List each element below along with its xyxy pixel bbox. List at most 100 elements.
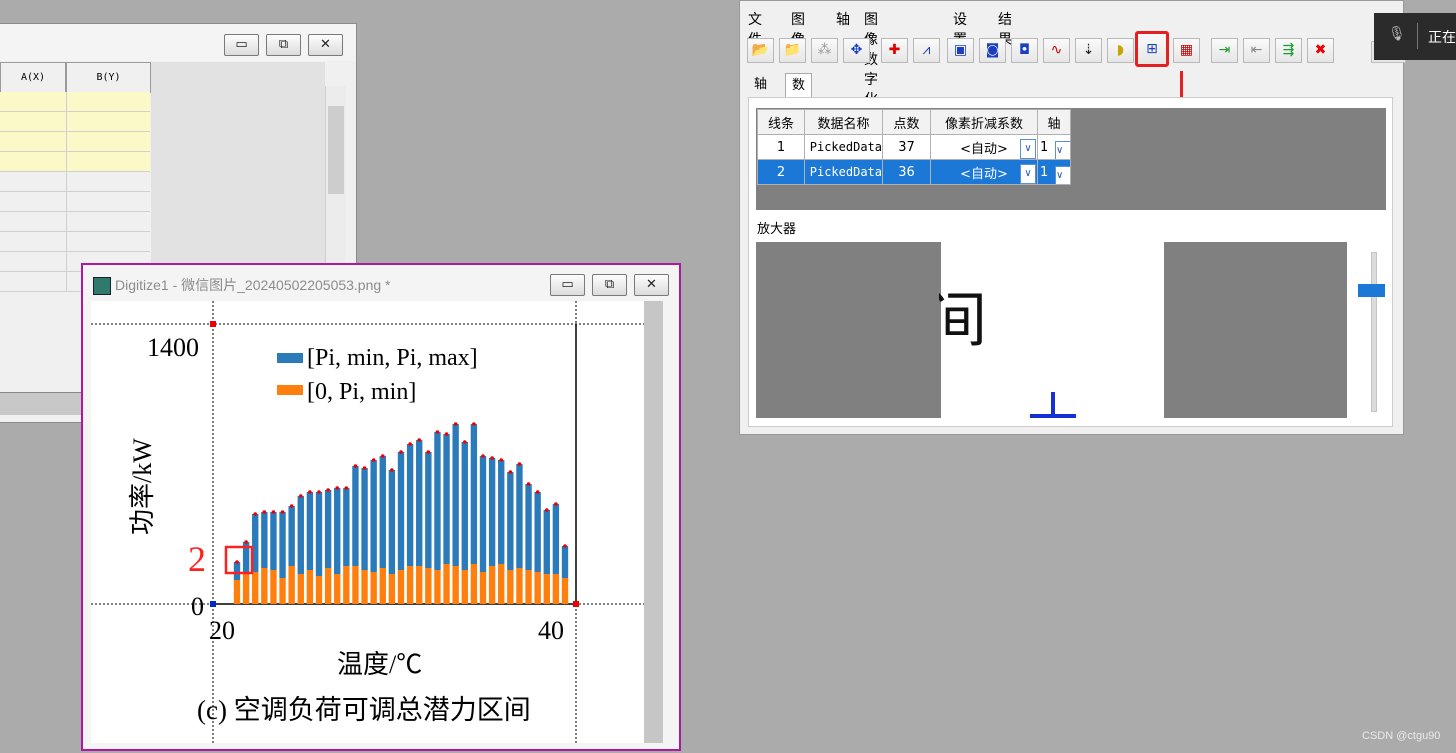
move-axis-icon[interactable]: ✥: [843, 38, 870, 63]
close-button[interactable]: ✕: [308, 34, 343, 56]
picked-point[interactable]: [462, 440, 467, 444]
picked-point[interactable]: [335, 486, 340, 490]
picked-point[interactable]: [535, 490, 540, 494]
picked-point[interactable]: [390, 468, 394, 472]
header-name[interactable]: 数据名称: [804, 109, 883, 135]
picked-point[interactable]: [517, 462, 522, 466]
picked-point[interactable]: [380, 454, 385, 458]
cell-axis-combo[interactable]: 1 ∨: [1037, 134, 1071, 160]
add-point-icon[interactable]: ⊞: [1135, 31, 1169, 67]
image-region-icon[interactable]: ◙: [979, 38, 1006, 63]
cell-points[interactable]: 37: [882, 134, 931, 160]
picked-point[interactable]: [544, 508, 549, 512]
picked-point[interactable]: [298, 494, 303, 498]
picked-point[interactable]: [435, 430, 440, 434]
picked-point[interactable]: [399, 450, 403, 454]
curve-icon[interactable]: ∿: [1043, 38, 1070, 63]
cell-line[interactable]: 2: [757, 159, 805, 185]
zoom-slider-thumb[interactable]: [1358, 284, 1385, 297]
tab-data[interactable]: 数据: [785, 73, 813, 117]
table-row[interactable]: [0, 152, 150, 172]
table-row[interactable]: [0, 112, 150, 132]
tab-axis-1[interactable]: 轴 1: [748, 73, 773, 116]
picked-point[interactable]: [453, 422, 458, 426]
mic-off-icon[interactable]: 🎙: [1388, 26, 1406, 42]
scatter-icon[interactable]: ⁂: [811, 38, 838, 63]
chevron-down-icon[interactable]: ∨: [1020, 163, 1036, 184]
close-icon[interactable]: ✖: [1307, 38, 1334, 63]
header-factor[interactable]: 像素折减系数: [930, 109, 1038, 135]
picked-point[interactable]: [526, 482, 531, 486]
chart-svg[interactable]: [Pi, min, Pi, max] [0, Pi, min] 1400 0 2…: [91, 301, 644, 743]
picked-point[interactable]: [317, 490, 321, 494]
picked-point[interactable]: [371, 458, 376, 462]
header-points[interactable]: 点数: [882, 109, 931, 135]
picked-point[interactable]: [554, 502, 558, 506]
table-row[interactable]: 2 PickedData 36 <自动> ∨ 1 ∨: [757, 159, 1071, 185]
cell-points[interactable]: 36: [882, 159, 931, 185]
cell-factor-combo[interactable]: <自动> ∨: [930, 159, 1038, 185]
axis-handle-right[interactable]: [573, 601, 579, 607]
picked-point[interactable]: [444, 432, 449, 436]
picked-point[interactable]: [326, 488, 330, 492]
axis-handle-origin[interactable]: [210, 601, 216, 607]
picked-point[interactable]: [344, 486, 349, 490]
cell-axis-combo[interactable]: 1 ∨: [1037, 159, 1071, 185]
picked-point[interactable]: [472, 422, 476, 426]
open-folder-icon[interactable]: 📂: [747, 38, 774, 63]
header-line[interactable]: 线条: [757, 109, 805, 135]
picked-point[interactable]: [426, 450, 431, 454]
axis-handle-top[interactable]: [210, 321, 216, 327]
picked-point[interactable]: [280, 510, 285, 514]
open-image-icon[interactable]: 📁: [779, 38, 806, 63]
delete-point-icon[interactable]: ▦: [1173, 38, 1200, 63]
picked-point[interactable]: [244, 540, 248, 544]
cell-line[interactable]: 1: [757, 134, 805, 160]
picked-point[interactable]: [508, 470, 513, 474]
column-header-a[interactable]: A(X): [0, 62, 66, 93]
picked-point[interactable]: [408, 442, 412, 446]
picked-point[interactable]: [353, 464, 358, 468]
menu-axis[interactable]: 轴: [836, 9, 850, 29]
table-row[interactable]: [0, 212, 150, 232]
table-row[interactable]: [0, 132, 150, 152]
picked-point[interactable]: [362, 466, 367, 470]
minimize-button[interactable]: ▭: [224, 34, 259, 56]
close-button[interactable]: ✕: [634, 274, 669, 296]
picked-point[interactable]: [417, 438, 422, 442]
table-row[interactable]: 1 PickedData 37 <自动> ∨ 1 ∨: [757, 134, 1071, 160]
picked-point[interactable]: [308, 490, 312, 494]
picked-point[interactable]: [563, 544, 567, 548]
picked-point[interactable]: [481, 454, 485, 458]
auto-trace-icon[interactable]: ⩘: [913, 38, 940, 63]
export-icon[interactable]: ⇤: [1243, 38, 1270, 63]
import-icon[interactable]: ⇥: [1211, 38, 1238, 63]
picked-point[interactable]: [253, 512, 258, 516]
table-row[interactable]: [0, 192, 150, 212]
minimize-button[interactable]: ▭: [550, 274, 585, 296]
image-frame-icon[interactable]: ◘: [1011, 38, 1038, 63]
cell-factor-combo[interactable]: <自动> ∨: [930, 134, 1038, 160]
pick-point-icon[interactable]: ✚: [881, 38, 908, 63]
image-icon[interactable]: ▣: [947, 38, 974, 63]
cell-name[interactable]: PickedData: [804, 134, 883, 160]
picked-point[interactable]: [289, 504, 294, 508]
column-header-b[interactable]: B(Y): [66, 62, 151, 93]
scrollbar-thumb[interactable]: [328, 106, 344, 194]
table-row[interactable]: [0, 92, 150, 112]
table-row[interactable]: [0, 172, 150, 192]
tag-icon[interactable]: ◗: [1107, 38, 1134, 63]
picked-point[interactable]: [271, 510, 276, 514]
chevron-down-icon[interactable]: ∨: [1055, 140, 1070, 159]
picked-point[interactable]: [235, 560, 239, 564]
chevron-down-icon[interactable]: ∨: [1020, 138, 1036, 159]
recording-overlay[interactable]: 🎙 正在: [1374, 13, 1456, 60]
table-row[interactable]: [0, 232, 150, 252]
zoom-slider-track[interactable]: [1371, 252, 1377, 412]
maximize-button[interactable]: ⧉: [266, 34, 301, 56]
picked-point[interactable]: [499, 458, 504, 462]
chevron-down-icon[interactable]: ∨: [1055, 165, 1070, 184]
cell-name[interactable]: PickedData: [804, 159, 883, 185]
header-axis[interactable]: 轴: [1037, 109, 1071, 135]
sort-icon[interactable]: ⇣: [1075, 38, 1102, 63]
